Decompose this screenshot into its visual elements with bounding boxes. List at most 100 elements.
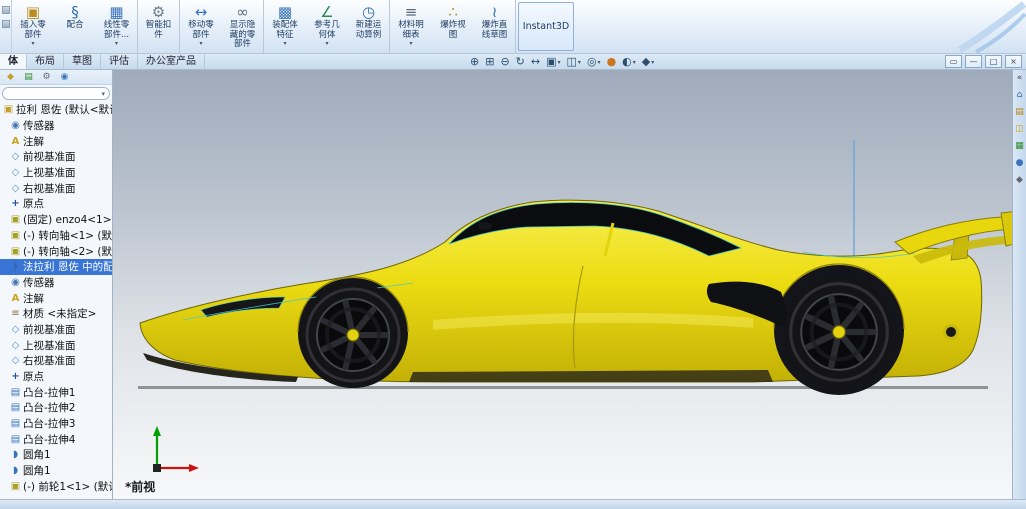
tree-item[interactable]: ◇ 右视基准面 <box>0 353 112 369</box>
view-tool-button[interactable]: ◎ ▾ <box>585 55 603 69</box>
commandmanager-tab[interactable]: 办公室产品 <box>138 54 205 69</box>
minimize-window-icon[interactable]: — <box>965 55 982 68</box>
solidworks-logo-swoosh <box>958 1 1026 53</box>
tree-item[interactable]: ≡ 材质 <未指定> <box>0 306 112 322</box>
view-tool-button[interactable]: ▣ ▾ <box>544 55 562 69</box>
tree-item[interactable]: A 注解 <box>0 290 112 306</box>
tree-item[interactable]: ▣ (-) 转向轴<2> (默认<<默 <box>0 243 112 259</box>
tree-item[interactable]: ▤ 凸台-拉伸1 <box>0 384 112 400</box>
design-library-icon[interactable]: ▤ <box>1015 107 1024 117</box>
tree-item[interactable]: ▣ (-) 前轮1<1> (默认<<默 <box>0 479 112 495</box>
explode-line-sketch-icon: ≀ <box>491 3 498 21</box>
car-model[interactable] <box>113 70 1012 499</box>
tree-item[interactable]: ◗ 圆角1 <box>0 463 112 479</box>
fillet-icon: ◗ <box>12 449 19 461</box>
sensors-icon: ◉ <box>11 276 20 288</box>
command-button[interactable]: Instant3D ▾ <box>518 2 574 51</box>
solidworks-resources-icon[interactable]: ⌂ <box>1017 90 1023 100</box>
extrude-icon: ▤ <box>10 418 21 430</box>
tree-item[interactable]: ▤ 凸台-拉伸3 <box>0 416 112 432</box>
file-explorer-icon[interactable]: ◫ <box>1015 124 1024 134</box>
commandmanager-tab[interactable]: 体 <box>0 54 27 69</box>
tree-item[interactable]: ◉ 传感器 <box>0 275 112 291</box>
plane-icon: ◇ <box>11 355 20 367</box>
tree-item-label: 凸台-拉伸1 <box>23 386 76 399</box>
view-tool-button[interactable]: ◐ ▾ <box>620 55 638 69</box>
tree-item[interactable]: ▤ 凸台-拉伸4 <box>0 431 112 447</box>
command-button[interactable]: ∞ 显示隐藏的零部件 ▾ <box>222 0 264 53</box>
tree-item[interactable]: A 注解 <box>0 133 112 149</box>
tree-item[interactable]: ▤ 凸台-拉伸2 <box>0 400 112 416</box>
dropdown-arrow-icon: ▾ <box>557 58 561 66</box>
view-orientation-icon: ▣ <box>546 55 557 68</box>
tree-item[interactable]: ◇ 前视基准面 <box>0 149 112 165</box>
commandmanager-tab[interactable]: 草图 <box>64 54 101 69</box>
custom-properties-icon[interactable]: ◆ <box>1016 175 1023 185</box>
tree-item[interactable]: ◗ 圆角1 <box>0 447 112 463</box>
view-tool-button[interactable]: ◆ ▾ <box>640 55 656 69</box>
tree-item[interactable]: ▣ 拉利 恩佐 (默认<默认_显 <box>0 102 112 118</box>
commandmanager-tab[interactable]: 布局 <box>27 54 64 69</box>
command-button[interactable]: ≀ 爆炸直线草图 ▾ <box>474 0 516 53</box>
tree-item[interactable]: ◇ 前视基准面 <box>0 322 112 338</box>
view-tool-button[interactable]: ↻ ▾ <box>514 55 527 69</box>
mates-icon: ∮ <box>12 261 19 273</box>
view-tool-button[interactable]: ⊞ ▾ <box>483 55 496 69</box>
command-button[interactable]: ▩ 装配体特征 ▾ <box>264 0 306 53</box>
command-button[interactable]: ∠ 参考几何体 ▾ <box>306 0 348 53</box>
dropdown-arrow-icon: ▾ <box>325 40 329 47</box>
mate-icon: § <box>71 3 79 21</box>
rotate-view-icon: ↻ <box>515 55 525 68</box>
view-tool-button[interactable]: ↔ ▾ <box>529 55 542 69</box>
tree-item[interactable]: ▣ (-) 转向轴<1> (默认<<默 <box>0 228 112 244</box>
tree-item[interactable]: ◇ 上视基准面 <box>0 165 112 181</box>
appearances-icon[interactable]: ● <box>1016 158 1024 168</box>
collapse-pane-icon[interactable]: « <box>1017 73 1023 83</box>
origin-icon: + <box>11 371 20 383</box>
view-tool-button[interactable]: ⊖ ▾ <box>498 55 511 69</box>
command-button[interactable]: ◷ 新建运动算例 ▾ <box>348 0 390 53</box>
restore-window-icon[interactable]: □ <box>985 55 1002 68</box>
property-manager-tab-icon[interactable]: ▤ <box>21 71 36 83</box>
view-tool-button[interactable]: ● ▾ <box>605 55 619 69</box>
tree-item[interactable]: ∮ 法拉利 恩佐 中的配合 <box>0 258 112 275</box>
graphics-area[interactable]: *前视 <box>113 70 1012 499</box>
view-tool-button[interactable]: ◫ ▾ <box>565 55 583 69</box>
command-button[interactable]: ↔ 移动零部件 ▾ <box>180 0 222 53</box>
tree-item[interactable]: ◇ 右视基准面 <box>0 180 112 196</box>
view-palette-icon[interactable]: ▦ <box>1015 141 1024 151</box>
tree-item-label: 上视基准面 <box>23 167 76 180</box>
edit-appearance-icon: ● <box>606 55 617 68</box>
close-window-icon[interactable]: × <box>1005 55 1022 68</box>
tile-window-icon[interactable]: ▭ <box>945 55 962 68</box>
display-manager-tab-icon[interactable]: ◉ <box>57 71 72 83</box>
command-button[interactable]: ▦ 线性零部件... ▾ <box>96 0 138 53</box>
front-wheel[interactable] <box>300 282 406 388</box>
tree-item-label: 法拉利 恩佐 中的配合 <box>23 261 112 274</box>
tree-item[interactable]: ◇ 上视基准面 <box>0 337 112 353</box>
origin-icon: + <box>11 198 20 210</box>
command-button[interactable]: ▣ 插入零部件 ▾ <box>12 0 54 53</box>
tree-item[interactable]: ◉ 传感器 <box>0 118 112 134</box>
command-button[interactable]: ≡ 材料明细表 ▾ <box>390 0 432 53</box>
command-button[interactable]: ⚙ 智能扣件 ▾ <box>138 0 180 53</box>
hide-show-items-icon: ◎ <box>586 55 597 68</box>
tree-filter-input[interactable]: ▾ <box>2 87 110 100</box>
tree-item-label: 传感器 <box>23 276 55 289</box>
linear-component-pattern-icon: ▦ <box>109 3 124 21</box>
extrude-icon: ▤ <box>10 402 21 414</box>
commandmanager-tab[interactable]: 评估 <box>101 54 138 69</box>
command-button[interactable]: ∴ 爆炸视图 ▾ <box>432 0 474 53</box>
command-button[interactable]: § 配合 ▾ <box>54 0 96 53</box>
tree-item[interactable]: ▣ (固定) enzo4<1> (默认< <box>0 212 112 228</box>
tree-item-label: (-) 前轮1<1> (默认<<默 <box>23 480 112 493</box>
view-tool-button[interactable]: ⊕ ▾ <box>468 55 481 69</box>
tree-item[interactable]: + 原点 <box>0 369 112 385</box>
rear-wheel[interactable] <box>783 276 894 387</box>
tree-item[interactable]: + 原点 <box>0 196 112 212</box>
fillet-icon: ◗ <box>12 465 19 477</box>
configuration-manager-tab-icon[interactable]: ⚙ <box>39 71 54 83</box>
dropdown-arrow-icon: ▾ <box>597 58 601 66</box>
feature-manager-tab-icon[interactable]: ◆ <box>3 71 18 83</box>
